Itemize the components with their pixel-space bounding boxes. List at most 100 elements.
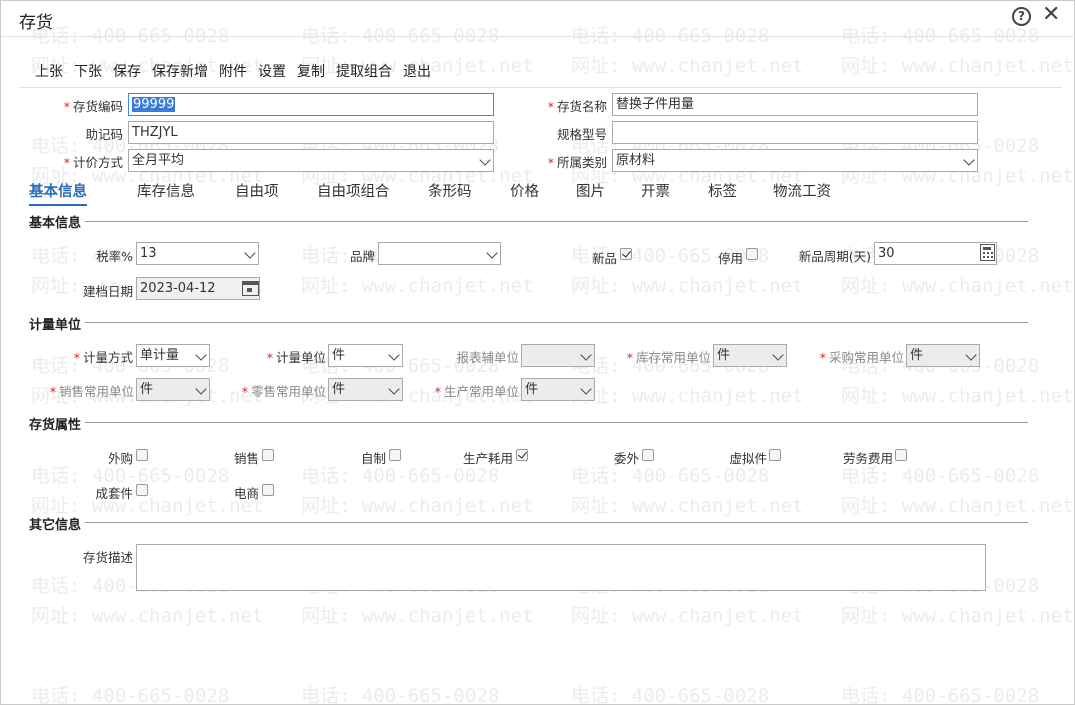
pricing-select[interactable]: 全月平均 [128, 149, 494, 172]
name-label: * 存货名称 [547, 99, 607, 114]
stock-unit-label: * 库存常用单位 [626, 350, 711, 365]
extract-combo-button[interactable]: 提取组合 [336, 61, 392, 81]
tab-logistics-wage[interactable]: 物流工资 [773, 180, 831, 201]
close-icon[interactable]: ✕ [1042, 4, 1060, 26]
created-label: 建档日期 [82, 284, 133, 299]
retail-unit-select[interactable]: 件 [328, 378, 403, 401]
chevron-down-icon [195, 349, 207, 361]
attr-sales-checkbox[interactable] [262, 449, 274, 461]
description-textarea[interactable] [136, 544, 986, 591]
section-unit: 计量单位 [29, 318, 82, 333]
attr-ecommerce-checkbox[interactable] [262, 484, 274, 496]
tax-select[interactable]: 13 [136, 242, 259, 265]
chevron-down-icon [965, 349, 977, 361]
unit-select[interactable]: 件 [328, 344, 403, 367]
toolbar-divider [19, 87, 1062, 88]
brand-label: 品牌 [349, 249, 375, 264]
stock-unit-select[interactable]: 件 [713, 344, 787, 367]
method-select[interactable]: 单计量 [136, 344, 210, 367]
disabled-checkbox[interactable] [746, 248, 758, 260]
name-input[interactable]: 替换子件用量 [612, 93, 978, 116]
watermark-site: 网址: www.chanjet.net [841, 385, 1074, 407]
mnemonic-input[interactable]: THZJYL [128, 121, 494, 144]
chevron-down-icon [486, 247, 498, 259]
watermark-site: 网址: www.chanjet.net [841, 275, 1074, 297]
production-unit-select[interactable]: 件 [521, 378, 595, 401]
watermark-phone: 电话: 400-665-0028 [301, 685, 500, 705]
help-icon[interactable]: ? [1012, 7, 1031, 26]
watermark-phone: 电话: 400-665-0028 [571, 685, 770, 705]
watermark-phone: 电话: 400-665-0028 [841, 685, 1040, 705]
section-divider [85, 322, 1028, 323]
watermark-site: 网址: www.chanjet.net [301, 605, 534, 627]
save-button[interactable]: 保存 [113, 61, 141, 81]
attr-labor-cost-label: 劳务费用 [842, 451, 893, 466]
chevron-down-icon [963, 154, 975, 166]
brand-select[interactable] [378, 242, 501, 265]
purchase-unit-select[interactable]: 件 [906, 344, 980, 367]
new-label: 新品 [591, 251, 617, 266]
toolbar: 上张 下张 保存 保存新增 附件 设置 复制 提取组合 退出 [35, 61, 442, 81]
attr-labor-cost-checkbox[interactable] [895, 449, 907, 461]
category-label: * 所属类别 [547, 155, 607, 170]
attachment-button[interactable]: 附件 [219, 61, 247, 81]
watermark-site: 网址: www.chanjet.net [571, 55, 804, 77]
attr-purchase-label: 外购 [107, 451, 133, 466]
watermark-site: 网址: www.chanjet.net [571, 385, 804, 407]
settings-button[interactable]: 设置 [258, 61, 286, 81]
sales-unit-label: * 销售常用单位 [49, 384, 134, 399]
mnemonic-label: 助记码 [85, 127, 123, 142]
attr-self-made-checkbox[interactable] [389, 449, 401, 461]
watermark-site: 网址: www.chanjet.net [31, 605, 264, 627]
copy-button[interactable]: 复制 [297, 61, 325, 81]
attr-kit-checkbox[interactable] [136, 484, 148, 496]
section-basic-info: 基本信息 [29, 216, 82, 231]
cycle-input[interactable]: 30 [874, 242, 997, 265]
exit-button[interactable]: 退出 [403, 61, 431, 81]
attr-purchase-checkbox[interactable] [136, 449, 148, 461]
attr-outsource-label: 委外 [613, 451, 639, 466]
watermark-site: 网址: www.chanjet.net [571, 275, 804, 297]
code-input[interactable]: 99999 [128, 93, 494, 116]
chevron-down-icon [388, 383, 400, 395]
sales-unit-select[interactable]: 件 [136, 378, 210, 401]
attr-sales-label: 销售 [233, 451, 259, 466]
prev-button[interactable]: 上张 [35, 61, 63, 81]
tab-free-combo[interactable]: 自由项组合 [317, 180, 390, 201]
chevron-down-icon [244, 247, 256, 259]
section-divider [85, 522, 1028, 523]
category-select[interactable]: 原材料 [612, 149, 978, 172]
spec-label: 规格型号 [556, 127, 607, 142]
section-divider [85, 221, 1028, 222]
watermark-site: 网址: www.chanjet.net [571, 605, 804, 627]
tab-stock-info[interactable]: 库存信息 [137, 180, 195, 201]
chevron-down-icon [772, 349, 784, 361]
attr-production-use-checkbox[interactable] [516, 449, 528, 461]
next-button[interactable]: 下张 [74, 61, 102, 81]
section-divider [85, 422, 1028, 423]
new-checkbox[interactable] [620, 248, 632, 260]
tab-basic-info[interactable]: 基本信息 [29, 180, 87, 206]
tab-invoice[interactable]: 开票 [641, 180, 670, 201]
code-label: * 存货编码 [63, 99, 123, 114]
tab-price[interactable]: 价格 [510, 180, 539, 201]
tab-barcode[interactable]: 条形码 [428, 180, 472, 201]
title-bar: 存货 ? ✕ [1, 1, 1075, 37]
calendar-icon[interactable] [242, 281, 259, 296]
tax-label: 税率% [96, 249, 133, 264]
chevron-down-icon [479, 154, 491, 166]
calculator-icon[interactable] [980, 244, 995, 261]
watermark-site: 网址: www.chanjet.net [841, 495, 1074, 517]
chevron-down-icon [580, 349, 592, 361]
attr-virtual-checkbox[interactable] [769, 449, 781, 461]
attr-outsource-checkbox[interactable] [642, 449, 654, 461]
spec-input[interactable] [612, 121, 978, 144]
pricing-label: * 计价方式 [63, 155, 123, 170]
tab-tag[interactable]: 标签 [708, 180, 737, 201]
tab-image[interactable]: 图片 [576, 180, 605, 201]
attr-production-use-label: 生产耗用 [462, 451, 513, 466]
purchase-unit-label: * 采购常用单位 [819, 350, 904, 365]
tab-free-items[interactable]: 自由项 [235, 180, 279, 201]
save-new-button[interactable]: 保存新增 [152, 61, 208, 81]
report-aux-select[interactable] [521, 344, 595, 367]
